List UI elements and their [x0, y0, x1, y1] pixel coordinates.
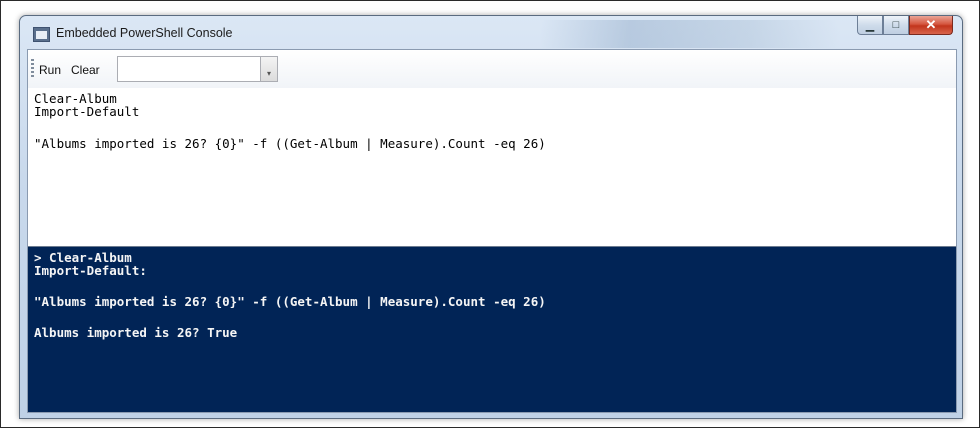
- script-editor[interactable]: Clear-Album Import-Default "Albums impor…: [28, 88, 956, 247]
- title-bar[interactable]: Embedded PowerShell Console ▁ □ ✕: [20, 16, 962, 49]
- console-line: "Albums imported is 26? {0}" -f ((Get-Al…: [34, 294, 546, 309]
- window-title: Embedded PowerShell Console: [56, 26, 233, 40]
- toolbar-grip-icon[interactable]: [31, 59, 34, 78]
- minimize-icon: ▁: [865, 19, 875, 32]
- chevron-down-icon: ▾: [266, 69, 271, 78]
- clear-button[interactable]: Clear: [71, 63, 100, 77]
- client-area: Run Clear ▾ Clear-Album Import-Default "…: [27, 49, 957, 413]
- console-line: Albums imported is 26? True: [34, 325, 238, 340]
- editor-line: "Albums imported is 26? {0}" -f ((Get-Al…: [34, 136, 546, 151]
- console-line: > Clear-Album: [34, 250, 132, 265]
- command-input[interactable]: [117, 56, 261, 82]
- title-bar-background-glow: [540, 20, 840, 48]
- maximize-button[interactable]: □: [883, 16, 909, 35]
- editor-line: Clear-Album: [34, 91, 117, 106]
- run-button[interactable]: Run: [39, 63, 61, 77]
- toolbar: Run Clear ▾: [28, 50, 956, 89]
- console-output[interactable]: > Clear-Album Import-Default: "Albums im…: [28, 247, 956, 412]
- minimize-button[interactable]: ▁: [857, 16, 883, 35]
- caption-buttons: ▁ □ ✕: [857, 16, 953, 37]
- app-icon: [33, 27, 50, 42]
- command-dropdown-button[interactable]: ▾: [261, 56, 278, 82]
- close-button[interactable]: ✕: [909, 16, 953, 35]
- maximize-icon: □: [892, 19, 900, 31]
- powershell-console-window: Embedded PowerShell Console ▁ □ ✕ Run Cl…: [19, 15, 963, 419]
- close-icon: ✕: [925, 17, 937, 32]
- editor-line: Import-Default: [34, 104, 140, 119]
- console-line: Import-Default:: [34, 263, 147, 278]
